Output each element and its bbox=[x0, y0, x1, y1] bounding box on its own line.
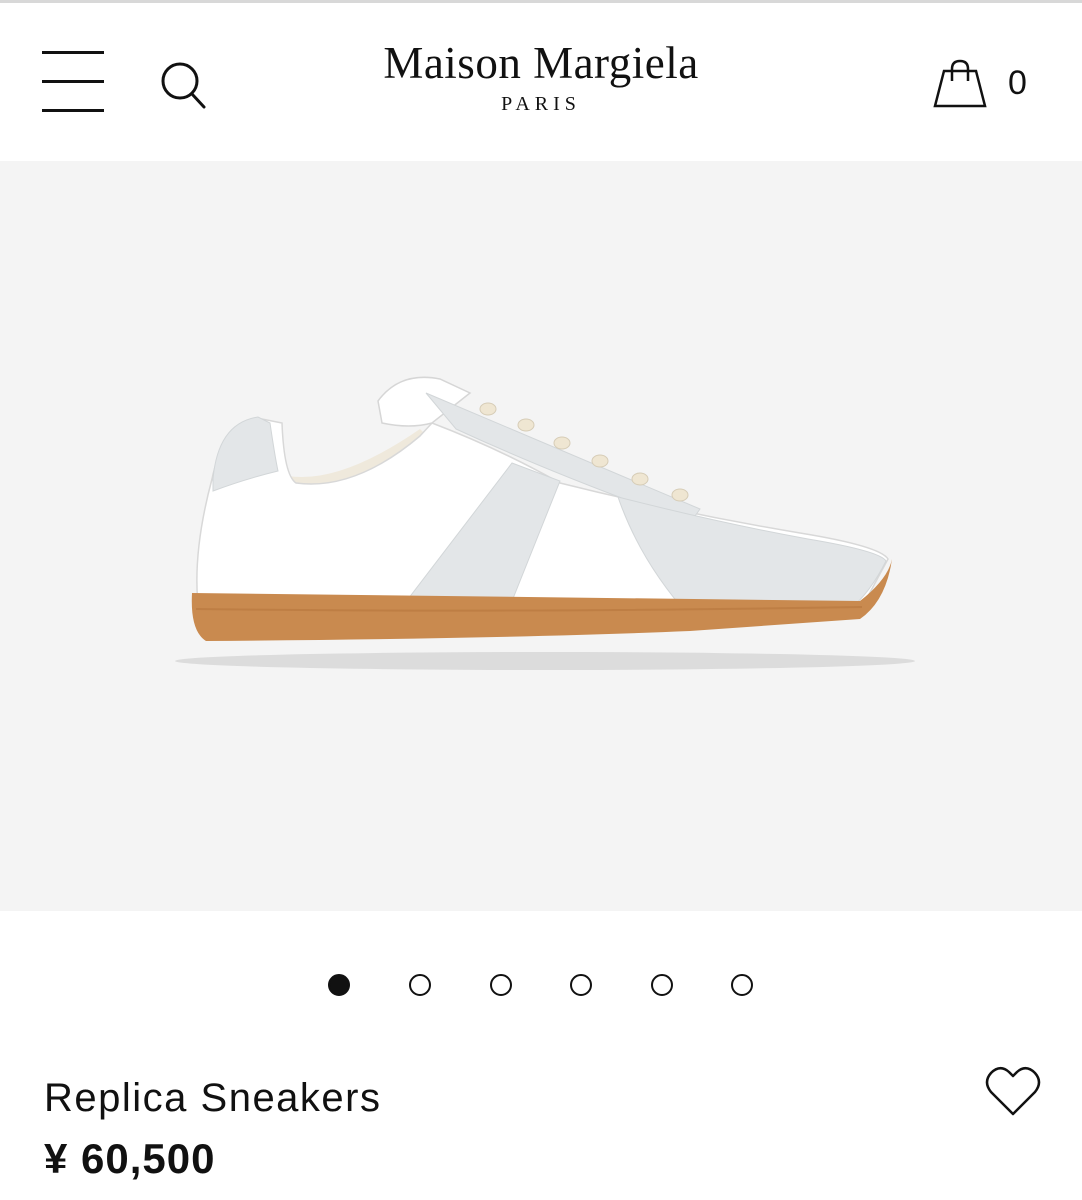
search-button[interactable] bbox=[158, 59, 208, 111]
gallery-dot-6[interactable] bbox=[731, 974, 753, 996]
site-header: Maison Margiela PARIS 0 bbox=[0, 3, 1082, 161]
menu-button[interactable] bbox=[42, 51, 104, 115]
gallery-dot-3[interactable] bbox=[490, 974, 512, 996]
hamburger-menu-icon-bar-1 bbox=[42, 51, 104, 54]
add-to-wishlist-button[interactable] bbox=[984, 1064, 1042, 1118]
product-price: ¥ 60,500 bbox=[44, 1135, 216, 1182]
gallery-dot-5[interactable] bbox=[651, 974, 673, 996]
gallery-dot-1[interactable] bbox=[328, 974, 350, 996]
brand-location: PARIS bbox=[501, 93, 581, 115]
gallery-dot-2[interactable] bbox=[409, 974, 431, 996]
shopping-bag-icon bbox=[933, 59, 987, 108]
heart-icon bbox=[985, 1067, 1041, 1116]
brand-name: Maison Margiela bbox=[383, 38, 699, 88]
cart-count: 0 bbox=[1008, 64, 1027, 102]
product-page: Maison Margiela PARIS 0 Replica Sneakers… bbox=[0, 0, 1082, 1200]
brand-logo[interactable]: Maison Margiela PARIS bbox=[300, 37, 782, 117]
gallery-pagination bbox=[0, 970, 1082, 1000]
shoe-shadow bbox=[175, 652, 915, 670]
hamburger-menu-icon-bar-3 bbox=[42, 109, 104, 112]
cart-button[interactable] bbox=[932, 59, 988, 111]
product-image-gallery[interactable] bbox=[0, 161, 1082, 911]
hamburger-menu-icon-bar-2 bbox=[42, 80, 104, 83]
product-name: Replica Sneakers bbox=[44, 1076, 382, 1120]
product-image bbox=[175, 376, 915, 670]
gallery-dot-4[interactable] bbox=[570, 974, 592, 996]
search-icon bbox=[161, 62, 206, 109]
